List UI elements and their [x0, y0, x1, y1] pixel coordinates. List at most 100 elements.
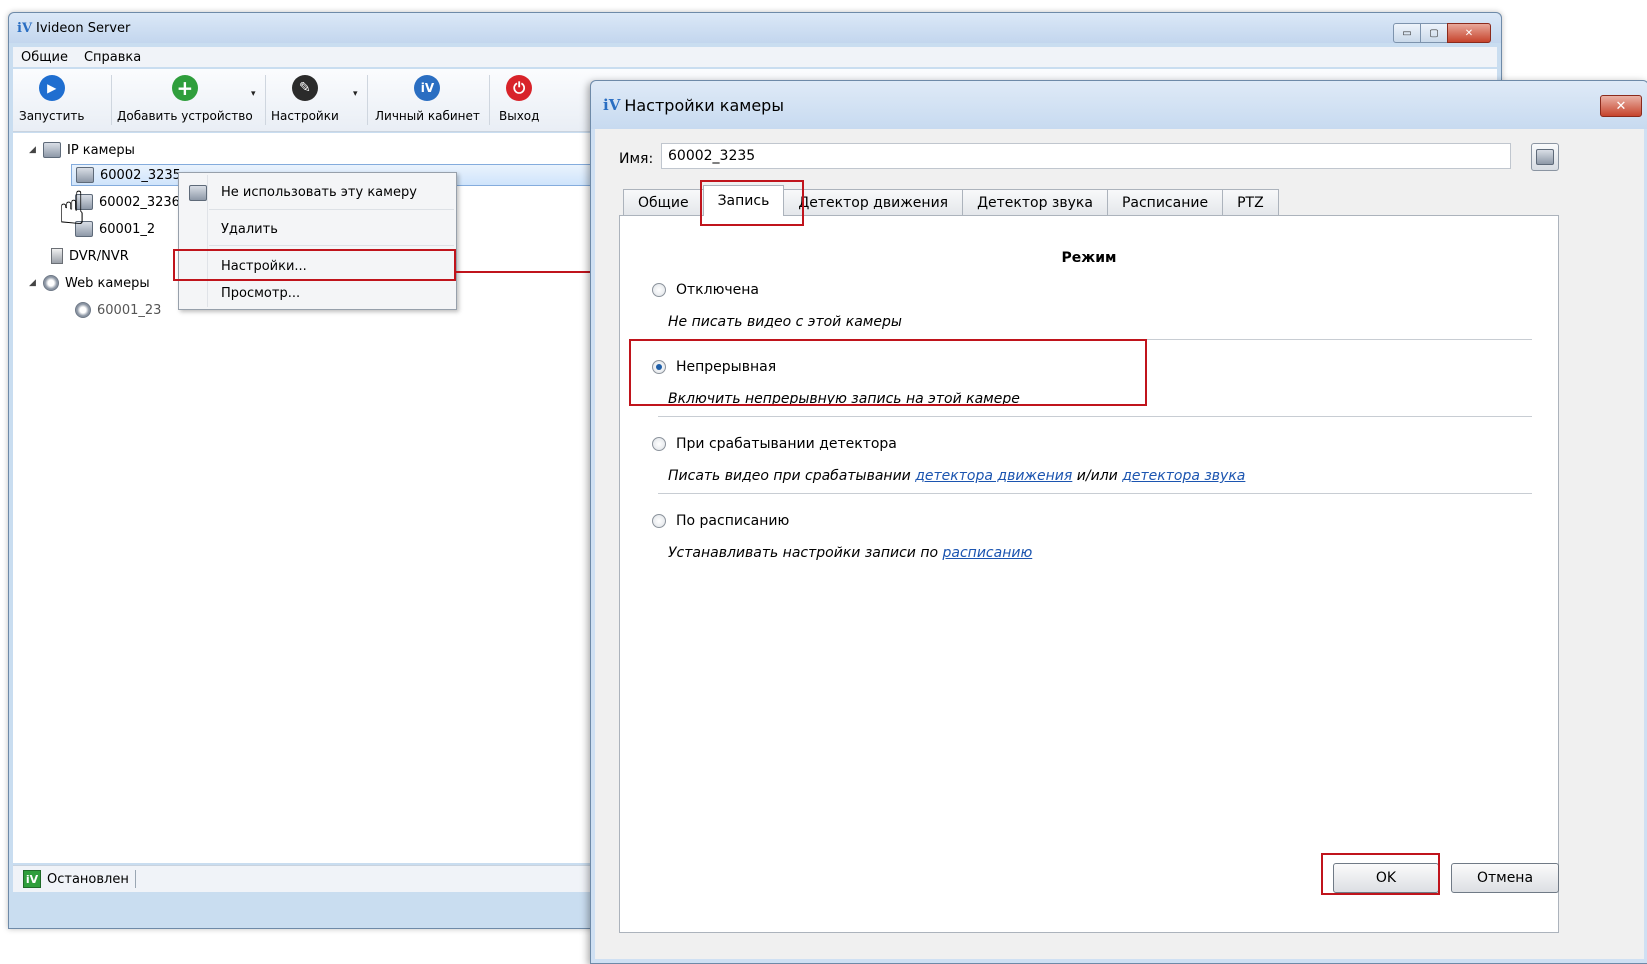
menu-bar: Общие Справка — [13, 47, 1497, 67]
tab-general[interactable]: Общие — [623, 189, 704, 216]
tree-node-dvr[interactable]: DVR/NVR — [51, 245, 129, 267]
tree-label: DVR/NVR — [69, 248, 129, 264]
expander-icon[interactable]: ◢ — [29, 278, 43, 288]
menu-item-label: Не использовать эту камеру — [221, 184, 417, 200]
highlight-continuous-option — [629, 339, 1147, 406]
radio-button[interactable] — [652, 283, 666, 297]
cabinet-label: Личный кабинет — [375, 109, 480, 123]
power-icon: ⏻ — [506, 75, 533, 101]
webcam-icon — [75, 302, 91, 318]
recording-panel: Режим Отключена Не писать видео с этой к… — [619, 215, 1559, 933]
menu-item-view[interactable]: Просмотр... — [181, 280, 454, 306]
exit-label: Выход — [499, 109, 540, 123]
minimize-button[interactable]: ▭ — [1393, 23, 1421, 43]
motion-detector-link[interactable]: детектора движения — [915, 468, 1072, 484]
add-device-dropdown-icon[interactable]: ▾ — [251, 89, 256, 99]
play-icon: ▶ — [38, 75, 65, 101]
tree-node-web-cameras[interactable]: ◢ Web камеры — [29, 272, 150, 294]
tree-node-ip-cameras[interactable]: ◢ IP камеры — [29, 139, 135, 161]
option-description: Писать видео при срабатывании детектора … — [668, 468, 1245, 484]
dialog-body: Имя: 60002_3235 Общие Запись Детектор дв… — [595, 129, 1644, 959]
radio-label: При срабатывании детектора — [676, 436, 897, 452]
settings-button[interactable]: ✎ Настройки — [271, 75, 339, 123]
camera-name-field[interactable]: 60002_3235 — [661, 143, 1511, 169]
exit-button[interactable]: ⏻ Выход — [499, 75, 539, 123]
cancel-button[interactable]: Отмена — [1451, 863, 1559, 893]
server-icon — [51, 248, 63, 264]
window-title: Ivideon Server — [36, 20, 131, 36]
close-button[interactable]: ✕ — [1447, 23, 1491, 43]
app-logo-icon: iV — [603, 96, 621, 114]
radio-detector[interactable]: При срабатывании детектора — [652, 436, 897, 452]
wrench-icon: ✎ — [291, 75, 318, 101]
option-description: Устанавливать настройки записи по распис… — [668, 545, 1032, 561]
tab-schedule[interactable]: Расписание — [1106, 189, 1224, 216]
desc-text: Писать видео при срабатывании — [668, 468, 916, 484]
add-icon: + — [171, 75, 198, 101]
toolbar-separator — [265, 75, 266, 125]
status-text: Остановлен — [47, 871, 129, 887]
tab-sound-detector[interactable]: Детектор звука — [962, 189, 1108, 216]
maximize-button[interactable]: ▢ — [1420, 23, 1448, 43]
menu-item-label: Удалить — [221, 221, 278, 237]
divider — [658, 416, 1532, 417]
toolbar-separator — [489, 75, 490, 125]
menu-item-disable-camera[interactable]: Не использовать эту камеру — [181, 179, 454, 205]
camera-icon-button[interactable] — [1531, 143, 1559, 171]
menu-separator — [209, 245, 454, 246]
desc-text: и/или — [1072, 468, 1123, 484]
tree-node-camera[interactable]: 60002_3236 — [75, 191, 180, 213]
camera-group-icon — [43, 142, 61, 158]
ivideon-icon: iV — [414, 75, 441, 101]
app-logo-icon: iV — [17, 20, 33, 36]
webcam-icon — [43, 275, 59, 291]
add-device-button[interactable]: + Добавить устройство — [117, 75, 253, 123]
tree-label: 60001_23 — [97, 302, 162, 318]
sound-detector-link[interactable]: детектора звука — [1122, 468, 1245, 484]
settings-label: Настройки — [271, 109, 339, 123]
radio-schedule[interactable]: По расписанию — [652, 513, 789, 529]
menu-item-delete[interactable]: Удалить — [181, 216, 454, 242]
expander-icon[interactable]: ◢ — [29, 145, 43, 155]
dialog-title: Настройки камеры — [624, 95, 784, 115]
dialog-title-bar[interactable]: iV Настройки камеры — [591, 81, 1647, 129]
tree-label: 60001_2 — [99, 221, 156, 237]
section-title: Режим — [1061, 250, 1117, 266]
tree-label: 60002_3236 — [99, 194, 180, 210]
tab-ptz[interactable]: PTZ — [1222, 189, 1279, 216]
status-bar: iV Остановлен — [13, 865, 613, 892]
radio-label: По расписанию — [676, 513, 790, 529]
menu-general[interactable]: Общие — [13, 50, 76, 65]
schedule-link[interactable]: расписанию — [943, 545, 1033, 561]
cabinet-button[interactable]: iV Личный кабинет — [375, 75, 480, 123]
camera-icon — [1536, 149, 1554, 165]
dialog-close-button[interactable]: ✕ — [1600, 95, 1642, 117]
camera-icon — [189, 185, 207, 201]
tree-node-webcam[interactable]: 60001_23 — [75, 299, 161, 321]
name-label: Имя: — [619, 151, 654, 167]
tree-label: Web камеры — [65, 275, 150, 291]
option-description: Не писать видео с этой камеры — [668, 314, 902, 330]
radio-label: Отключена — [676, 282, 759, 298]
desc-text: Устанавливать настройки записи по — [668, 545, 943, 561]
menu-help[interactable]: Справка — [76, 50, 149, 65]
start-button[interactable]: ▶ Запустить — [19, 75, 84, 123]
status-separator — [134, 870, 136, 888]
menu-separator — [209, 209, 454, 210]
radio-button[interactable] — [652, 514, 666, 528]
start-label: Запустить — [19, 109, 85, 123]
divider — [658, 493, 1532, 494]
camera-settings-dialog: iV Настройки камеры ✕ Имя: 60002_3235 Об… — [590, 80, 1647, 964]
hand-cursor-icon: ☝ — [58, 181, 87, 235]
tab-recording[interactable]: Запись — [702, 185, 785, 216]
main-title-bar[interactable]: iV Ivideon Server — [9, 13, 1501, 43]
tree-node-camera[interactable]: 60001_2 — [75, 218, 155, 240]
settings-tabs: Общие Запись Детектор движения Детектор … — [623, 185, 1279, 216]
window-controls: ▭ ▢ ✕ — [1393, 23, 1491, 43]
settings-dropdown-icon[interactable]: ▾ — [353, 89, 358, 99]
tab-motion-detector[interactable]: Детектор движения — [783, 189, 964, 216]
context-menu: Не использовать эту камеру Удалить Настр… — [178, 172, 457, 310]
radio-off[interactable]: Отключена — [652, 282, 759, 298]
radio-button[interactable] — [652, 437, 666, 451]
highlight-ok-button — [1321, 853, 1440, 895]
